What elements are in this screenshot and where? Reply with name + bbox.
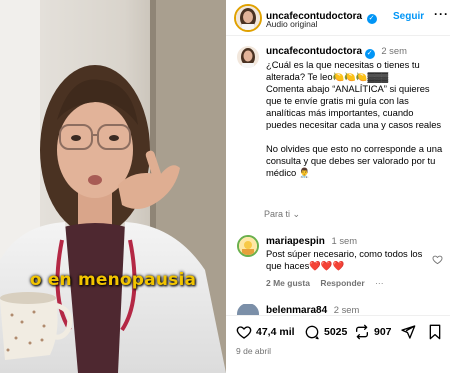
post-panel: uncafecontudoctora ✓ Audio original Segu… [226,0,450,373]
next-comment-time[interactable]: 2 sem [334,304,360,315]
action-bar: 47,4 mil 5025 907 9 de abril [226,315,450,373]
avatar-image [236,6,260,30]
share-action[interactable] [400,324,420,340]
video-frame [0,0,226,373]
comment-like-icon[interactable] [432,254,443,265]
post-author-avatar[interactable] [237,46,259,68]
like-count[interactable]: 47,4 mil [256,326,295,338]
comment-icon[interactable] [304,324,320,340]
post-caption-text: ¿Cuál es la que necesitas o tienes tu al… [266,59,443,178]
next-comment-avatar[interactable] [237,303,259,315]
comment-action[interactable]: 5025 [304,324,347,340]
repost-action[interactable]: 907 [354,324,392,340]
comment-more-icon[interactable]: ··· [375,278,384,288]
author-avatar[interactable] [234,4,262,32]
translate-label: Para ti [264,209,291,219]
more-options-icon[interactable]: ··· [434,7,449,21]
send-icon[interactable] [400,324,416,340]
avatar-image [237,46,259,68]
reply-avatar[interactable] [237,235,259,257]
like-action[interactable]: 47,4 mil [236,324,295,340]
post-header: uncafecontudoctora ✓ Audio original Segu… [226,0,450,36]
repost-count[interactable]: 907 [374,326,392,338]
chevron-down-icon: ⌄ [292,209,301,219]
comment-reply-button[interactable]: Responder [320,278,364,288]
comment-count[interactable]: 5025 [324,326,347,338]
verified-badge-icon: ✓ [364,49,375,59]
comment-username[interactable]: mariapespin [266,236,325,247]
save-action[interactable] [428,324,446,340]
heart-icon[interactable] [236,324,252,340]
avatar-image [239,237,257,255]
verified-badge-icon: ✓ [366,14,377,24]
repost-icon[interactable] [354,324,370,340]
comment-likes[interactable]: 2 Me gusta [266,278,310,288]
comment-item: mariapespin 1 sem Post súper necesario, … [266,235,431,272]
audio-label[interactable]: Audio original [266,19,318,29]
video-caption: o en menopausia [29,270,197,290]
post-caption: uncafecontudoctora ✓ 2 sem ¿Cuál es la q… [266,45,444,179]
avatar-image [237,304,259,315]
comment-text: Post súper necesario, como todos los que… [266,248,423,271]
post-date[interactable]: 9 de abril [236,346,271,356]
video-player[interactable]: o en menopausia [0,0,226,373]
translate-toggle[interactable]: Para ti ⌄ [264,209,300,220]
comment-meta: 2 Me gusta Responder ··· [266,278,392,288]
follow-button[interactable]: Seguir [393,11,424,22]
comment-time[interactable]: 1 sem [332,235,358,246]
post-author-username[interactable]: uncafecontudoctora [266,46,362,57]
bookmark-icon[interactable] [428,324,442,340]
post-time[interactable]: 2 sem [381,45,407,56]
